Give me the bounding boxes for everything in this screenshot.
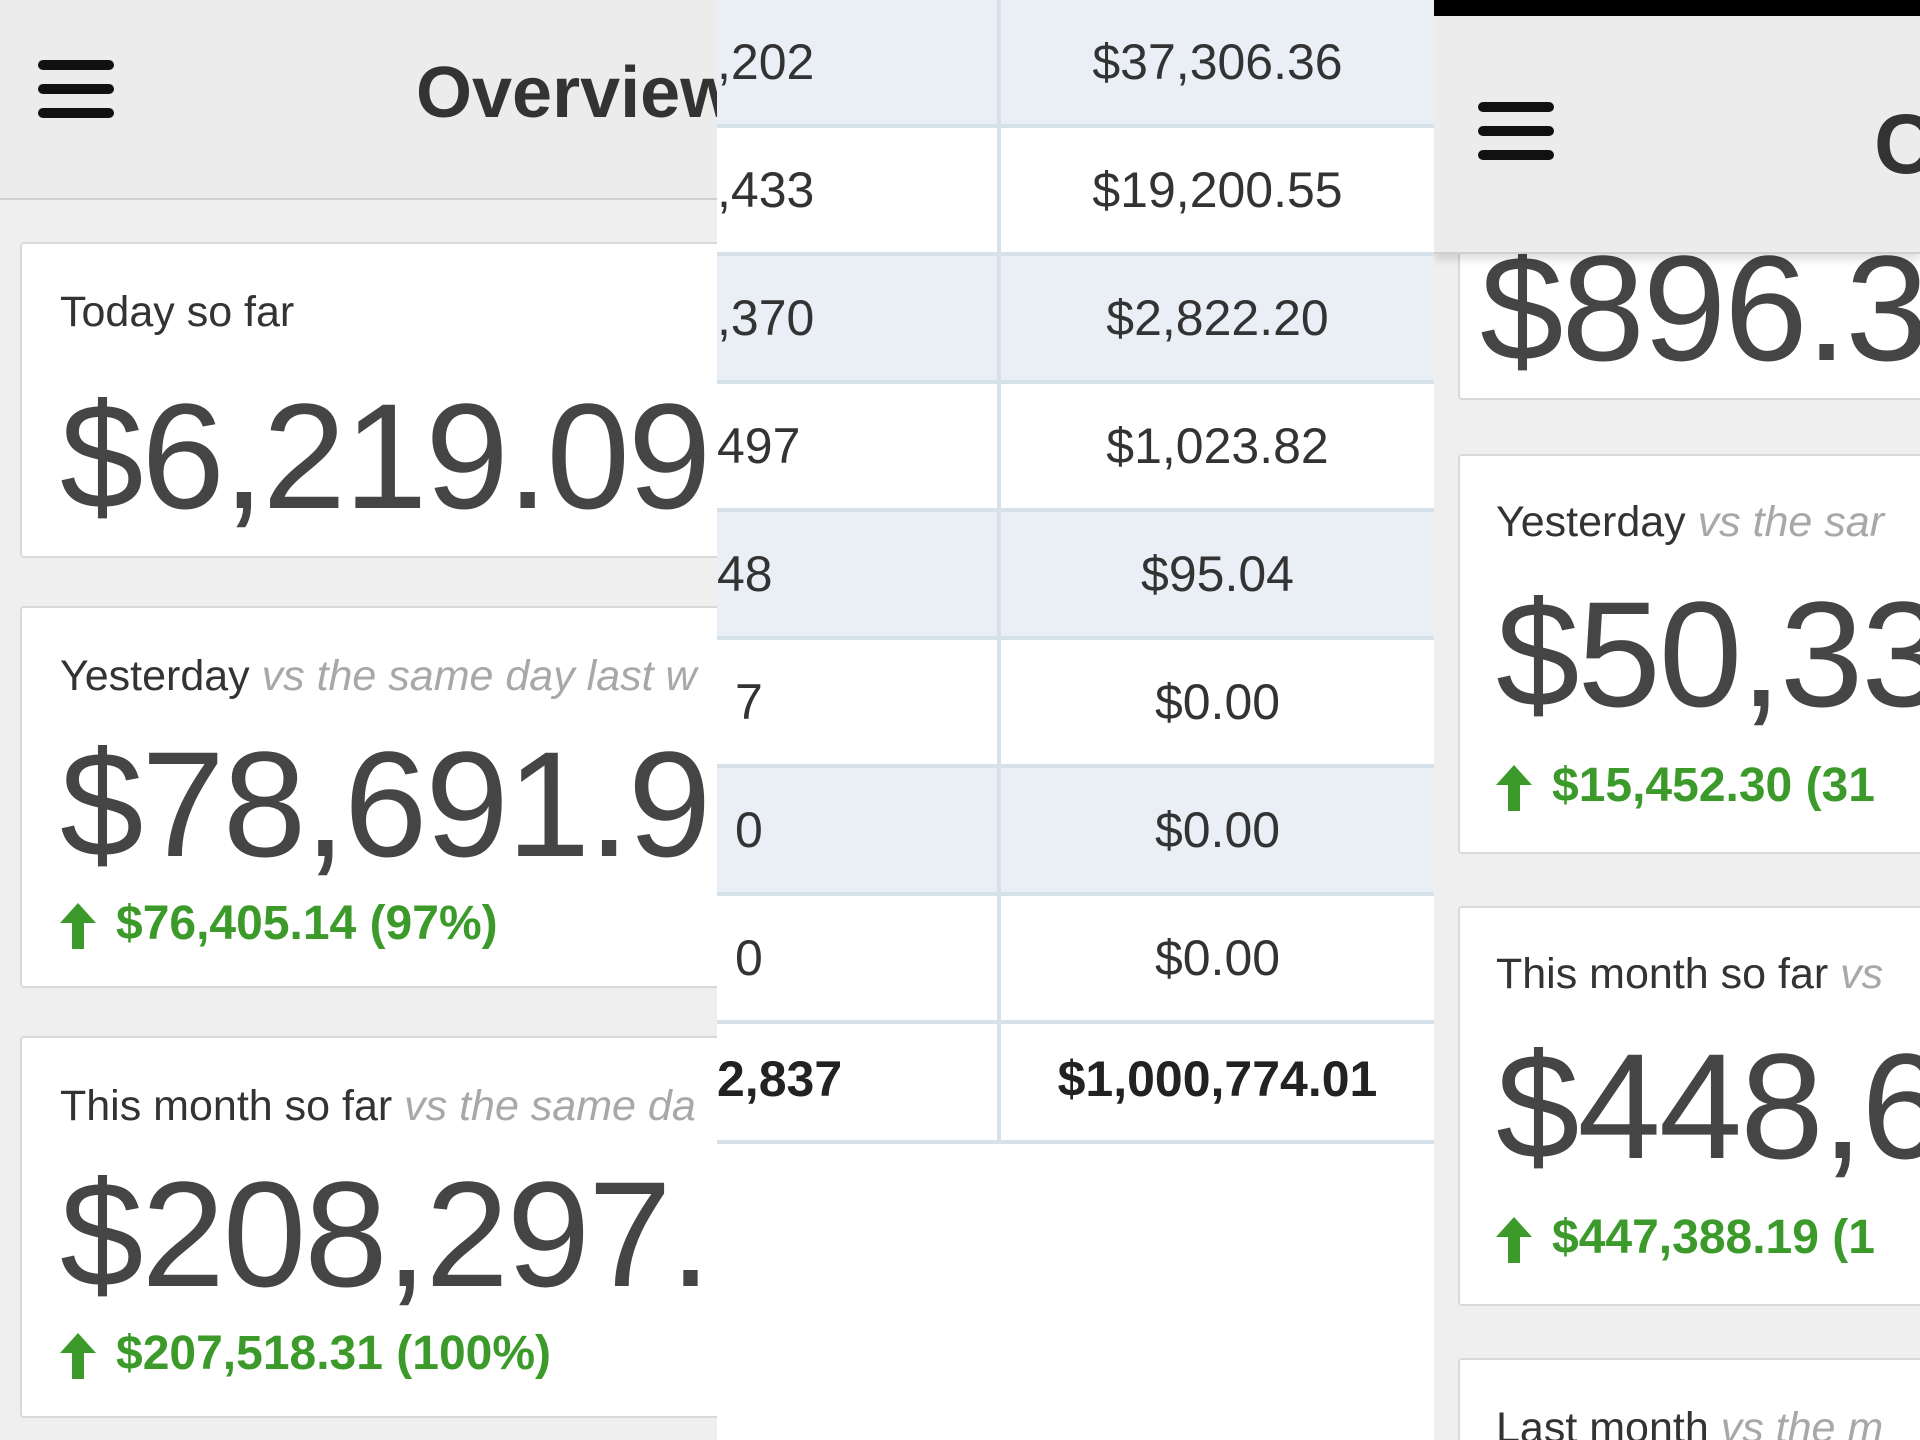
hamburger-menu-icon[interactable] (38, 60, 114, 132)
card-label: This month so far vs the same da (60, 1082, 696, 1130)
total-amount-cell: $1,000,774.01 (1057, 1051, 1378, 1107)
arrow-up-icon (60, 1333, 96, 1380)
card-value: $208,297. (60, 1150, 711, 1318)
yesterday-card[interactable]: Yesterday vs the same day last w $78,691… (20, 606, 717, 988)
card-label: Last month vs the m (1496, 1404, 1883, 1440)
card-label: Today so far (60, 288, 295, 336)
arrow-up-icon (1496, 1217, 1532, 1264)
table-row: 48 $95.04 (717, 512, 1434, 640)
comparison-text: vs the same day last w (261, 652, 697, 700)
count-cell: 0 (735, 802, 763, 858)
card-label: Yesterday vs the sar (1496, 498, 1885, 546)
table-row: 497 $1,023.82 (717, 384, 1434, 512)
month-card[interactable]: This month so far vs the same da $208,29… (20, 1036, 717, 1418)
amount-cell: $19,200.55 (1092, 162, 1343, 218)
last-month-card[interactable]: Last month vs the m (1458, 1358, 1920, 1440)
amount-cell: $37,306.36 (1092, 34, 1343, 90)
table-row: ,433 $19,200.55 (717, 128, 1434, 256)
table-row: 0 $0.00 (717, 896, 1434, 1024)
amount-cell: $1,023.82 (1106, 418, 1329, 474)
comparison-text: vs the sar (1697, 498, 1885, 546)
page-title: C (1874, 97, 1920, 191)
card-value: $448,6 (1496, 1022, 1920, 1190)
hamburger-menu-icon[interactable] (1478, 102, 1554, 174)
table-total-row: 2,837 $1,000,774.01 (717, 1024, 1434, 1144)
count-cell: ,370 (717, 290, 815, 346)
count-cell: ,433 (717, 162, 815, 218)
arrow-up-icon (1496, 765, 1532, 812)
count-cell: 7 (735, 674, 763, 730)
count-cell: 497 (717, 418, 801, 474)
amount-cell: $0.00 (1154, 802, 1281, 858)
overview-panel-right: $896.3 C Yesterday vs the sar $50,33 $15… (1434, 0, 1920, 1440)
revenue-table-panel: ,202 $37,306.36 ,433 $19,200.55 ,370 $2,… (717, 0, 1434, 1440)
nav-bar: Overview (0, 0, 717, 200)
page-title: Overview (416, 53, 717, 133)
table-row: ,370 $2,822.20 (717, 256, 1434, 384)
table-row: 0 $0.00 (717, 768, 1434, 896)
card-value: $50,33 (1496, 570, 1920, 738)
count-cell: 48 (717, 546, 773, 602)
amount-cell: $2,822.20 (1106, 290, 1329, 346)
amount-cell: $0.00 (1154, 930, 1281, 986)
amount-cell: $95.04 (1141, 546, 1294, 602)
card-label: Yesterday vs the same day last w (60, 652, 697, 700)
nav-bar: C (1434, 16, 1920, 254)
yesterday-card[interactable]: Yesterday vs the sar $50,33 $15,452.30 (… (1458, 454, 1920, 854)
count-cell: ,202 (717, 34, 815, 90)
table-row: 7 $0.00 (717, 640, 1434, 768)
card-delta: $207,518.31 (100%) (60, 1326, 551, 1381)
card-label: This month so far vs (1496, 950, 1884, 998)
arrow-up-icon (60, 903, 96, 950)
today-card[interactable]: Today so far $6,219.09 (20, 242, 717, 558)
comparison-text: vs (1840, 950, 1884, 998)
card-delta: $76,405.14 (97%) (60, 896, 498, 951)
month-card[interactable]: This month so far vs $448,6 $447,388.19 … (1458, 906, 1920, 1306)
card-delta: $15,452.30 (31 (1496, 758, 1875, 813)
status-bar (1434, 0, 1920, 16)
overview-panel-left: Overview Today so far $6,219.09 Yesterda… (0, 0, 717, 1440)
count-cell: 0 (735, 930, 763, 986)
card-value: $6,219.09 (60, 372, 711, 540)
card-value: $78,691.9 (60, 720, 711, 888)
comparison-text: vs the same da (404, 1082, 696, 1130)
comparison-text: vs the m (1720, 1404, 1884, 1440)
total-count-cell: 2,837 (717, 1051, 843, 1107)
card-delta: $447,388.19 (1 (1496, 1210, 1875, 1265)
table-row: ,202 $37,306.36 (717, 0, 1434, 128)
amount-cell: $0.00 (1154, 674, 1281, 730)
